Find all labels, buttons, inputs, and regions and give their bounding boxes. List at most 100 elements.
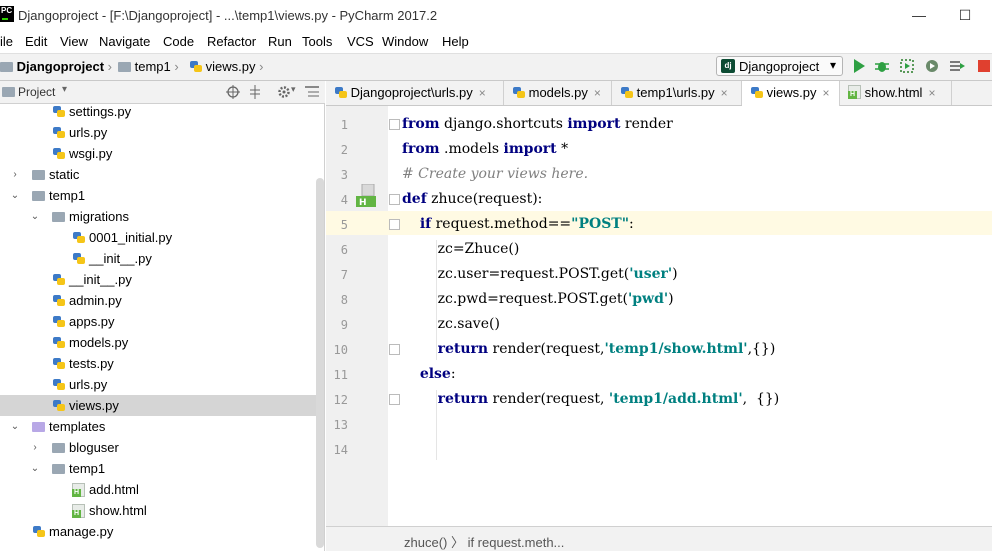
close-icon[interactable]: × — [594, 86, 601, 100]
fold-marker-icon[interactable] — [389, 219, 400, 230]
fold-marker-icon[interactable] — [389, 394, 400, 405]
close-icon[interactable]: × — [721, 86, 728, 100]
menu-vcs[interactable]: VCS — [347, 34, 374, 49]
chevron-down-icon[interactable]: ⌄ — [30, 458, 40, 479]
python-file-icon — [189, 60, 202, 73]
run-with-coverage-icon[interactable] — [899, 58, 915, 74]
tab-models[interactable]: models.py × — [504, 81, 612, 105]
chevron-down-icon[interactable]: ⌄ — [10, 416, 20, 437]
menu-view[interactable]: View — [60, 34, 88, 49]
menu-file[interactable]: ile — [0, 34, 13, 49]
chevron-down-icon[interactable]: ▾ — [62, 84, 67, 95]
code-line[interactable]: return render(request,'temp1/show.html',… — [402, 341, 776, 357]
fold-marker-icon[interactable] — [389, 119, 400, 130]
chevron-down-icon[interactable]: ▾ — [291, 84, 296, 95]
chevron-down-icon[interactable]: ⌄ — [30, 206, 40, 227]
code-line[interactable]: from .models import * — [402, 141, 568, 157]
chevron-right-icon[interactable]: › — [30, 437, 40, 458]
fold-marker-icon[interactable] — [389, 194, 400, 205]
code-line[interactable]: zc.save() — [402, 316, 500, 332]
menu-run[interactable]: Run — [268, 34, 292, 49]
window-title: Djangoproject - [F:\Djangoproject] - ...… — [18, 8, 438, 23]
close-icon[interactable]: × — [479, 86, 486, 100]
line-number: 9 — [340, 318, 348, 332]
folder-icon — [0, 62, 13, 72]
tree-item[interactable]: › static — [0, 164, 324, 185]
menu-tools[interactable]: Tools — [302, 34, 332, 49]
tree-item[interactable]: ⌄ temp1 — [0, 185, 324, 206]
menu-navigate[interactable]: Navigate — [99, 34, 150, 49]
chevron-right-icon[interactable]: › — [10, 164, 20, 185]
menu-window[interactable]: Window — [382, 34, 428, 49]
breadcrumb-temp1[interactable]: temp1 › — [118, 59, 179, 74]
code-line[interactable]: def zhuce(request): — [402, 191, 542, 207]
tab-project-urls[interactable]: Djangoproject\urls.py × — [326, 81, 504, 105]
line-number: 5 — [340, 218, 348, 232]
project-tree-scrollbar[interactable] — [316, 178, 324, 548]
code-line[interactable]: return render(request, 'temp1/add.html',… — [402, 391, 780, 407]
tab-temp1-urls[interactable]: temp1\urls.py × — [612, 81, 742, 105]
debug-icon[interactable] — [874, 58, 890, 74]
chevron-down-icon[interactable]: ⌄ — [10, 185, 20, 206]
structure-breadcrumb[interactable]: zhuce() 〉 if request.meth... — [404, 532, 564, 551]
menu-bar: ile Edit View Navigate Code Refactor Run… — [0, 32, 992, 53]
maximize-button[interactable]: ☐ — [950, 4, 980, 26]
tree-item[interactable]: urls.py — [0, 374, 324, 395]
python-file-icon — [52, 126, 65, 139]
tree-item[interactable]: add.html — [0, 479, 324, 500]
tab-show-html[interactable]: show.html × — [840, 81, 952, 105]
code-line[interactable]: zc.pwd=request.POST.get('pwd') — [402, 291, 674, 307]
collapse-all-icon[interactable] — [248, 85, 262, 99]
breadcrumb-views[interactable]: views.py › — [189, 59, 263, 74]
menu-code[interactable]: Code — [163, 34, 194, 49]
tree-item[interactable]: settings.py — [0, 104, 324, 122]
hide-panel-icon[interactable] — [305, 86, 319, 98]
tree-item[interactable]: apps.py — [0, 311, 324, 332]
tree-item[interactable]: admin.py — [0, 290, 324, 311]
close-icon[interactable]: × — [822, 86, 829, 100]
tree-item-label: apps.py — [69, 314, 115, 329]
profile-icon[interactable] — [924, 58, 940, 74]
menu-help[interactable]: Help — [442, 34, 469, 49]
menu-edit[interactable]: Edit — [25, 34, 47, 49]
code-line[interactable]: zc=Zhuce() — [402, 241, 520, 257]
tree-item[interactable]: ⌄ migrations — [0, 206, 324, 227]
tree-item[interactable]: manage.py — [0, 521, 324, 542]
code-line[interactable]: else: — [402, 366, 456, 382]
tree-item[interactable]: ⌄ temp1 — [0, 458, 324, 479]
run-icon[interactable] — [851, 58, 867, 74]
minimize-button[interactable]: — — [904, 4, 934, 26]
close-icon[interactable]: × — [928, 86, 935, 100]
gear-icon[interactable] — [277, 85, 291, 99]
menu-refactor[interactable]: Refactor — [207, 34, 256, 49]
line-number: 13 — [333, 418, 348, 432]
code-line[interactable]: if request.method=="POST": — [402, 216, 634, 232]
tree-item[interactable]: › bloguser — [0, 437, 324, 458]
tree-item[interactable]: views.py — [0, 395, 324, 416]
scroll-from-source-icon[interactable] — [226, 85, 240, 99]
project-panel-title[interactable]: Project — [18, 85, 55, 99]
tree-item[interactable]: tests.py — [0, 353, 324, 374]
editor-breadcrumb-bar: zhuce() 〉 if request.meth... — [326, 526, 992, 551]
tree-item[interactable]: 0001_initial.py — [0, 227, 324, 248]
tab-views[interactable]: views.py × — [742, 81, 840, 106]
tree-item[interactable]: __init__.py — [0, 248, 324, 269]
tree-item[interactable]: __init__.py — [0, 269, 324, 290]
breadcrumb-temp1-label: temp1 — [134, 59, 171, 74]
tree-item[interactable]: models.py — [0, 332, 324, 353]
run-configuration-label: Djangoproject — [739, 59, 820, 74]
run-configuration-select[interactable]: dj Djangoproject ▾ — [716, 56, 843, 76]
project-tree: settings.py urls.py wsgi.py › static ⌄ temp1 ⌄ m… — [0, 104, 325, 551]
code-line[interactable]: # Create your views here. — [402, 166, 588, 182]
concurrency-diagram-icon[interactable] — [949, 58, 965, 74]
stop-icon[interactable] — [976, 58, 992, 74]
breadcrumb-project[interactable]: Djangoproject › — [0, 59, 112, 74]
tree-item[interactable]: show.html — [0, 500, 324, 521]
code-line[interactable]: from django.shortcuts import render — [402, 116, 673, 132]
tree-item[interactable]: wsgi.py — [0, 143, 324, 164]
html-template-gutter-icon[interactable]: H — [356, 184, 378, 208]
code-line[interactable]: zc.user=request.POST.get('user') — [402, 266, 678, 282]
tree-item[interactable]: urls.py — [0, 122, 324, 143]
tree-item[interactable]: ⌄ templates — [0, 416, 324, 437]
fold-marker-icon[interactable] — [389, 344, 400, 355]
